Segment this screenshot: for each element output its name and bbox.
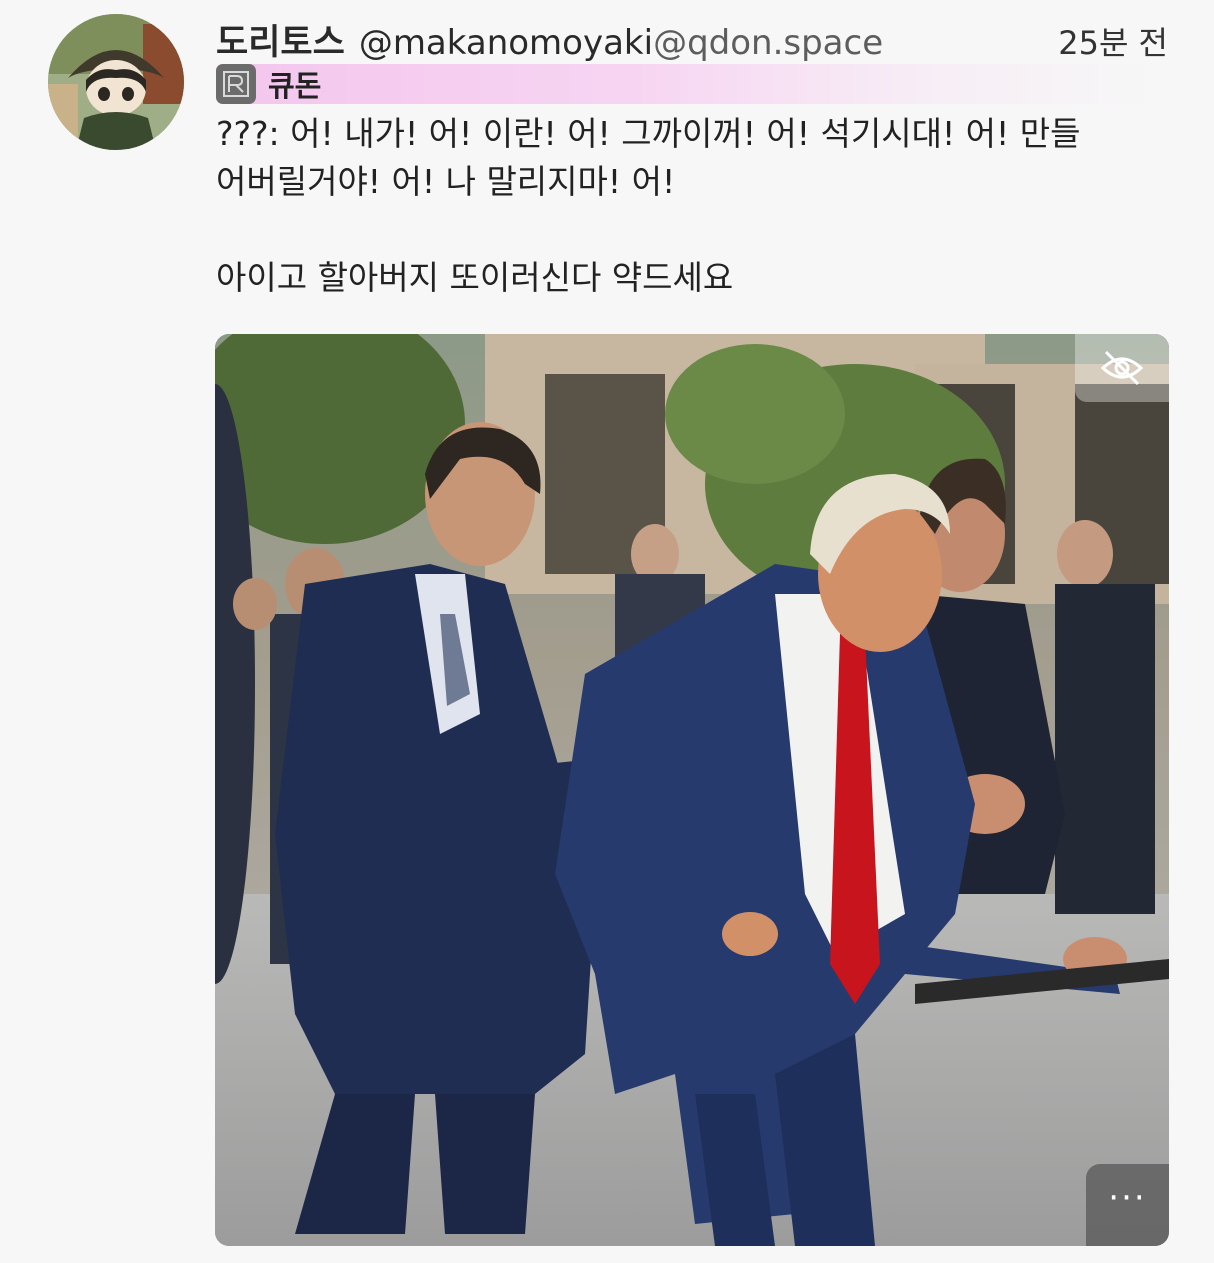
handle-username: @makanomoyaki: [358, 23, 654, 63]
ellipsis-icon: ···: [1108, 1178, 1147, 1218]
instance-name: 큐돈: [268, 69, 322, 103]
instance-ticker: 큐돈: [216, 64, 1152, 104]
attached-photo: [215, 334, 1169, 1246]
instance-logo-icon: [216, 64, 256, 104]
hide-media-button[interactable]: [1075, 334, 1169, 402]
content-line: ???: 어! 내가! 어! 이란! 어! 그까이꺼! 어! 석기시대! 어! …: [216, 114, 1081, 153]
eye-slash-icon: [1100, 350, 1144, 386]
media-attachment[interactable]: ···: [215, 334, 1169, 1246]
account-handle[interactable]: @makanomoyaki@qdon.space: [359, 23, 883, 63]
content-line: 아이고 할아버지 또이러신다 약드세요: [216, 258, 734, 297]
avatar-image: [48, 14, 184, 150]
content-line: 어버릴거야! 어! 나 말리지마! 어!: [216, 162, 676, 201]
post-timestamp[interactable]: 25분 전: [1058, 18, 1168, 64]
display-name[interactable]: 도리토스: [216, 14, 345, 65]
media-more-button[interactable]: ···: [1086, 1164, 1169, 1246]
handle-domain: @qdon.space: [653, 23, 884, 63]
post-header: 도리토스 @makanomoyaki@qdon.space: [216, 14, 883, 64]
user-avatar[interactable]: [48, 14, 184, 150]
post-content: ???: 어! 내가! 어! 이란! 어! 그까이꺼! 어! 석기시대! 어! …: [216, 110, 1166, 302]
post-card: 도리토스 @makanomoyaki@qdon.space 25분 전 큐돈 ?…: [0, 0, 1214, 1263]
